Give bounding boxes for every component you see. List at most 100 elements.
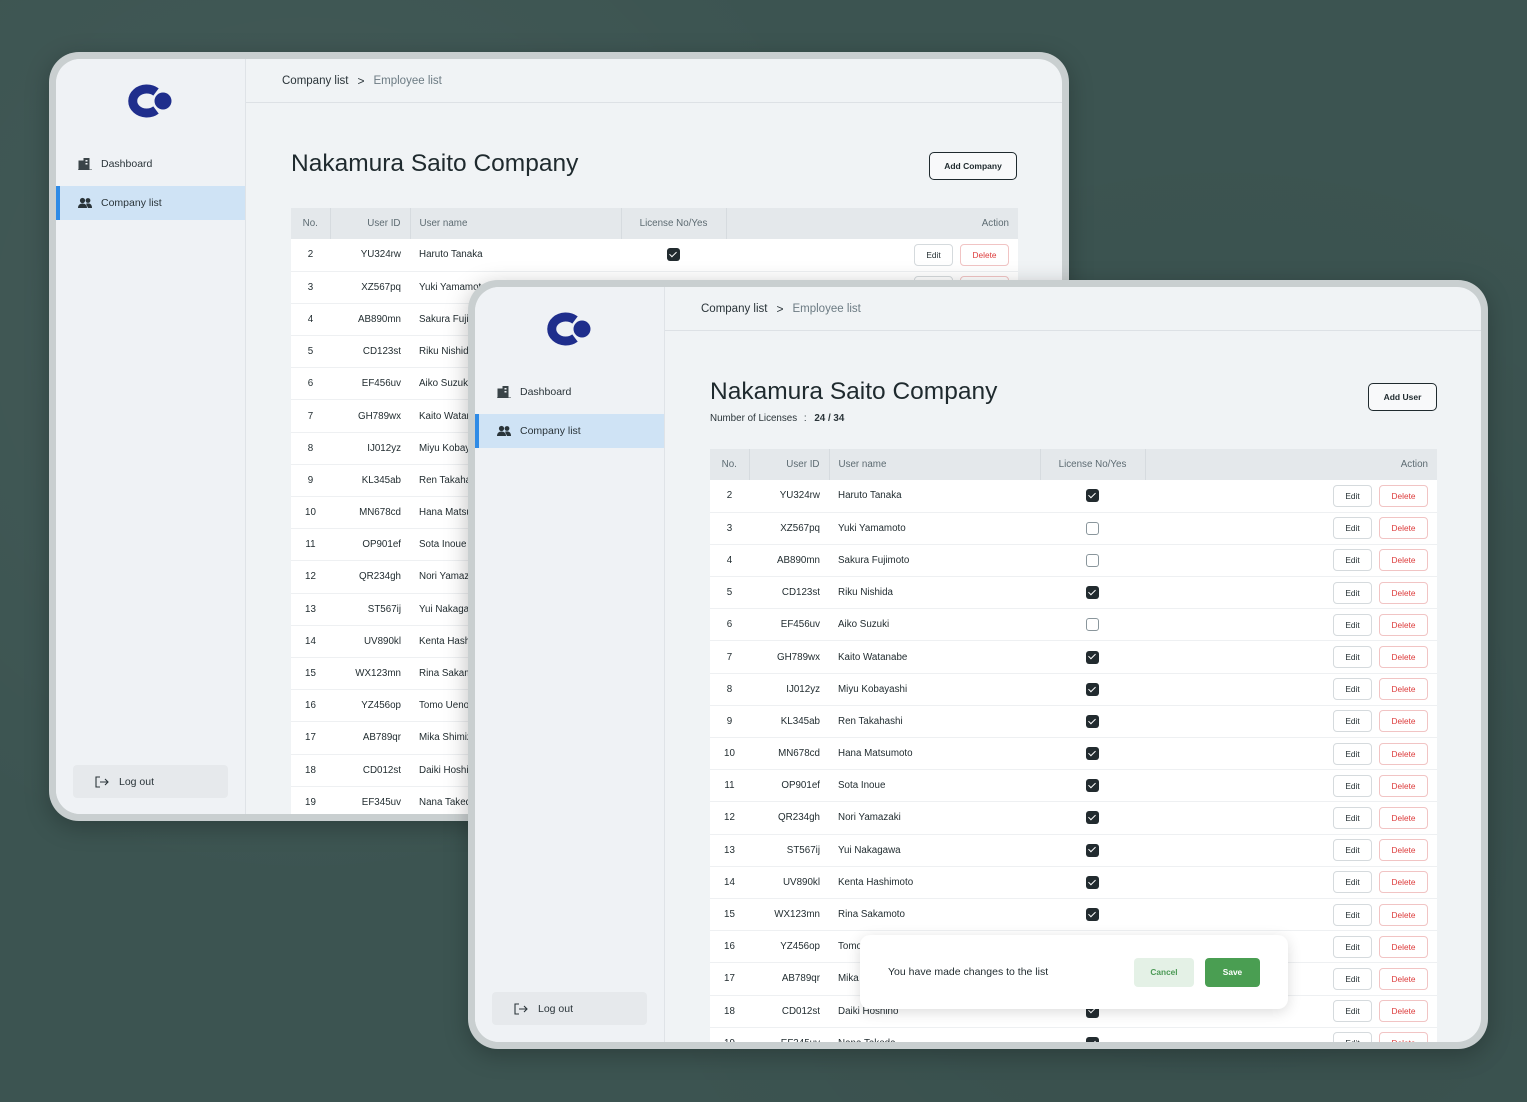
checkbox-checked-icon[interactable] bbox=[1086, 714, 1099, 728]
cell-no: 17 bbox=[710, 962, 749, 996]
delete-button[interactable]: Delete bbox=[1379, 1032, 1428, 1042]
checkbox-checked-icon[interactable] bbox=[667, 248, 680, 262]
add-company-button[interactable]: Add Company bbox=[929, 152, 1017, 180]
checkbox-checked-icon[interactable] bbox=[1086, 811, 1099, 825]
col-license: License No/Yes bbox=[621, 208, 727, 239]
delete-button[interactable]: Delete bbox=[1379, 678, 1428, 701]
edit-button[interactable]: Edit bbox=[1333, 549, 1372, 572]
cell-no: 18 bbox=[710, 995, 749, 1028]
cell-user-id: ST567ij bbox=[330, 593, 410, 626]
edit-button[interactable]: Edit bbox=[1333, 710, 1372, 733]
edit-button[interactable]: Edit bbox=[1333, 839, 1372, 862]
edit-button[interactable]: Edit bbox=[1333, 871, 1372, 894]
cell-no: 6 bbox=[710, 608, 749, 642]
breadcrumb-company-list[interactable]: Company list bbox=[701, 303, 767, 315]
cell-action: Edit Delete bbox=[1145, 834, 1437, 867]
cell-no: 3 bbox=[291, 271, 330, 304]
nav-company-list[interactable]: Company list bbox=[475, 414, 664, 448]
cell-user-id: UV890kl bbox=[330, 625, 410, 658]
cell-user-id: MN678cd bbox=[749, 737, 829, 771]
delete-button[interactable]: Delete bbox=[1379, 903, 1428, 926]
cell-user-name: Kaito Watanabe bbox=[829, 640, 1040, 674]
checkbox-checked-icon[interactable] bbox=[1086, 779, 1099, 793]
cell-user-id: CD123st bbox=[330, 335, 410, 369]
add-user-button[interactable]: Add User bbox=[1368, 383, 1437, 411]
cell-user-id: OP901ef bbox=[330, 528, 410, 562]
delete-button[interactable]: Delete bbox=[1379, 967, 1428, 990]
checkbox-unchecked-icon[interactable] bbox=[1086, 521, 1099, 535]
checkbox-unchecked-icon[interactable] bbox=[1086, 618, 1099, 632]
delete-button[interactable]: Delete bbox=[1379, 549, 1428, 572]
edit-button[interactable]: Edit bbox=[1333, 806, 1372, 829]
cell-no: 4 bbox=[291, 303, 330, 337]
delete-button[interactable]: Delete bbox=[1379, 839, 1428, 862]
cell-user-name: Ren Takahashi bbox=[829, 705, 1040, 739]
cancel-button[interactable]: Cancel bbox=[1134, 957, 1194, 987]
delete-button[interactable]: Delete bbox=[1379, 774, 1428, 797]
delete-button[interactable]: Delete bbox=[1379, 646, 1428, 669]
delete-button[interactable]: Delete bbox=[1379, 871, 1428, 894]
checkbox-checked-icon[interactable] bbox=[1086, 650, 1099, 664]
cell-no: 12 bbox=[710, 801, 749, 835]
logout-button[interactable]: Log out bbox=[73, 765, 228, 798]
edit-button[interactable]: Edit bbox=[1333, 1032, 1372, 1042]
checkbox-checked-icon[interactable] bbox=[1086, 747, 1099, 761]
checkbox-checked-icon[interactable] bbox=[1086, 1036, 1099, 1042]
checkbox-unchecked-icon[interactable] bbox=[1086, 553, 1099, 567]
edit-button[interactable]: Edit bbox=[1333, 517, 1372, 540]
nav-dashboard[interactable]: Dashboard bbox=[475, 375, 664, 409]
delete-button[interactable]: Delete bbox=[1379, 935, 1428, 958]
edit-button[interactable]: Edit bbox=[1333, 484, 1372, 507]
delete-button[interactable]: Delete bbox=[960, 243, 1009, 266]
edit-button[interactable]: Edit bbox=[1333, 613, 1372, 636]
table-row: 14UV890klKenta Hashimoto Edit Delete bbox=[710, 866, 1437, 899]
cell-no: 8 bbox=[291, 432, 330, 465]
delete-button[interactable]: Delete bbox=[1379, 1000, 1428, 1023]
cell-license bbox=[1040, 1027, 1145, 1042]
delete-button[interactable]: Delete bbox=[1379, 742, 1428, 765]
cell-user-id: EF456uv bbox=[749, 608, 829, 642]
cell-no: 5 bbox=[710, 576, 749, 610]
delete-button[interactable]: Delete bbox=[1379, 710, 1428, 733]
checkbox-checked-icon[interactable] bbox=[1086, 843, 1099, 857]
table-row: 2 YU324rw Haruto Tanaka Edit Delete bbox=[710, 480, 1437, 513]
breadcrumb-company-list[interactable]: Company list bbox=[282, 75, 348, 87]
nav-dashboard[interactable]: Dashboard bbox=[56, 147, 245, 181]
edit-button[interactable]: Edit bbox=[1333, 774, 1372, 797]
cell-user-id: CD123st bbox=[749, 576, 829, 610]
edit-button[interactable]: Edit bbox=[1333, 742, 1372, 765]
checkbox-checked-icon[interactable] bbox=[1086, 908, 1099, 922]
delete-button[interactable]: Delete bbox=[1379, 484, 1428, 507]
logout-button[interactable]: Log out bbox=[492, 992, 647, 1025]
cell-user-id: XZ567pq bbox=[749, 512, 829, 545]
edit-button[interactable]: Edit bbox=[1333, 903, 1372, 926]
cell-user-name: Kenta Hashimoto bbox=[829, 866, 1040, 899]
cell-action: Edit Delete bbox=[1145, 544, 1437, 578]
delete-button[interactable]: Delete bbox=[1379, 806, 1428, 829]
cell-user-id: QR234gh bbox=[749, 801, 829, 835]
breadcrumb-employee-list: Employee list bbox=[792, 302, 861, 315]
cell-license bbox=[1040, 480, 1145, 513]
edit-button[interactable]: Edit bbox=[1333, 967, 1372, 990]
cell-user-id: GH789wx bbox=[749, 640, 829, 674]
delete-button[interactable]: Delete bbox=[1379, 517, 1428, 540]
delete-button[interactable]: Delete bbox=[1379, 581, 1428, 604]
cell-license bbox=[1040, 512, 1145, 545]
edit-button[interactable]: Edit bbox=[914, 243, 953, 266]
save-button[interactable]: Save bbox=[1205, 957, 1260, 987]
edit-button[interactable]: Edit bbox=[1333, 1000, 1372, 1023]
col-user-name: User name bbox=[829, 449, 1041, 480]
checkbox-checked-icon[interactable] bbox=[1086, 586, 1099, 600]
edit-button[interactable]: Edit bbox=[1333, 646, 1372, 669]
checkbox-checked-icon[interactable] bbox=[1086, 682, 1099, 696]
edit-button[interactable]: Edit bbox=[1333, 678, 1372, 701]
checkbox-checked-icon[interactable] bbox=[1086, 875, 1099, 889]
cell-no: 11 bbox=[291, 528, 330, 562]
checkbox-checked-icon[interactable] bbox=[1086, 489, 1099, 503]
delete-button[interactable]: Delete bbox=[1379, 613, 1428, 636]
nav-company-list[interactable]: Company list bbox=[56, 186, 245, 220]
nav-company-list-label: Company list bbox=[101, 197, 162, 209]
edit-button[interactable]: Edit bbox=[1333, 581, 1372, 604]
edit-button[interactable]: Edit bbox=[1333, 935, 1372, 958]
cell-user-name: Yui Nakagawa bbox=[829, 834, 1040, 867]
